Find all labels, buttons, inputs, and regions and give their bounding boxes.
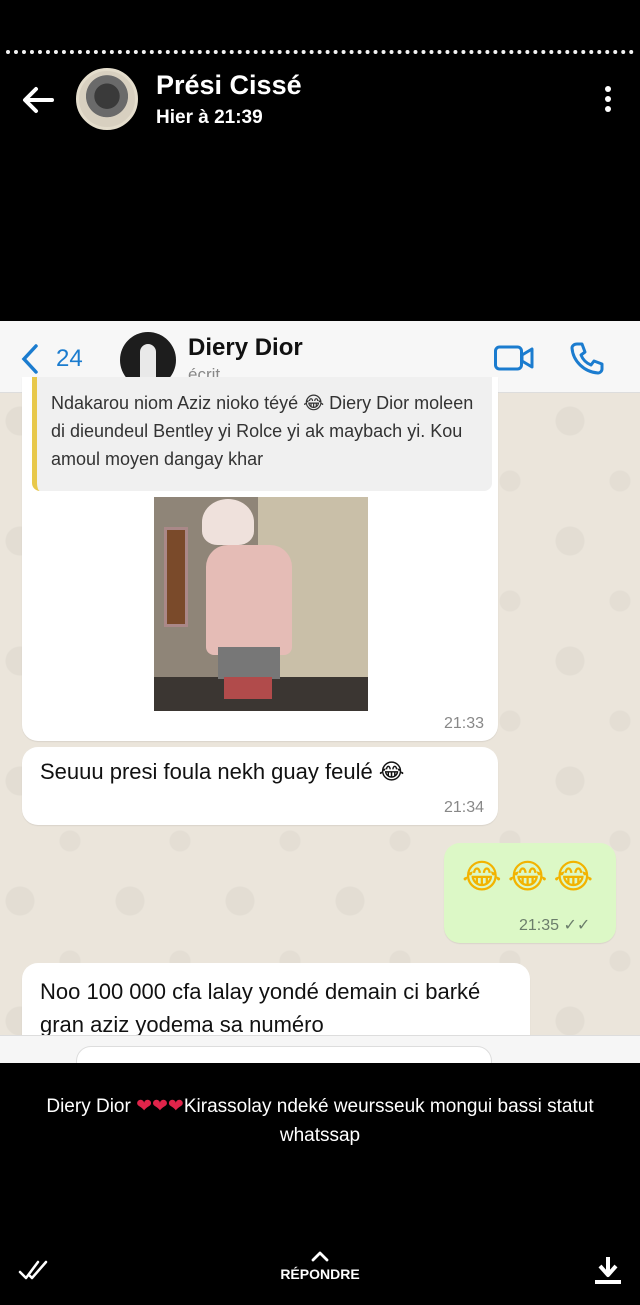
whatsapp-chat-screenshot: 24 Diery Dior écrit... Ndakarou niom Azi… bbox=[0, 321, 640, 1063]
poster-name: Prési Cissé bbox=[156, 70, 302, 100]
message-bubble-outgoing: 😂😂😂 21:35 ✓✓ bbox=[444, 843, 616, 943]
message-time: 21:35 ✓✓ bbox=[519, 917, 591, 934]
chevron-left-icon bbox=[21, 344, 38, 374]
message-image bbox=[154, 497, 368, 711]
caption-text-start: Diery Dior bbox=[46, 1096, 137, 1117]
message-bubble-incoming: Seuuu presi foula nekh guay feulé 😂 21:3… bbox=[22, 747, 498, 825]
status-header: Prési Cissé Hier à 21:39 bbox=[0, 62, 640, 142]
contact-name: Diery Dior bbox=[188, 334, 303, 361]
video-call-icon bbox=[494, 345, 534, 371]
message-input bbox=[76, 1046, 492, 1063]
more-options-icon[interactable] bbox=[604, 86, 612, 114]
caption-text-end: Kirassolay ndeké weursseuk mongui bassi … bbox=[183, 1096, 594, 1146]
reply-button[interactable]: RÉPONDRE bbox=[260, 1250, 380, 1282]
posted-time: Hier à 21:39 bbox=[156, 107, 263, 128]
unread-count: 24 bbox=[56, 345, 83, 372]
status-progress-bar bbox=[6, 50, 634, 54]
poster-avatar[interactable] bbox=[76, 68, 138, 130]
reply-label: RÉPONDRE bbox=[280, 1266, 360, 1282]
message-text: 😂😂😂 bbox=[462, 858, 600, 896]
heart-emojis: ❤❤❤ bbox=[136, 1096, 184, 1117]
message-bubble-incoming: Ndakarou niom Aziz nioko téyé 😂 Diery Di… bbox=[22, 377, 498, 741]
download-icon[interactable] bbox=[592, 1254, 624, 1286]
message-time: 21:33 bbox=[443, 715, 484, 732]
status-caption: Diery Dior ❤❤❤Kirassolay ndeké weursseuk… bbox=[30, 1092, 610, 1150]
message-text: Noo 100 000 cfa lalay yondé demain ci ba… bbox=[40, 979, 481, 1037]
back-arrow-icon[interactable] bbox=[18, 80, 58, 120]
phone-call-icon bbox=[570, 342, 604, 375]
message-text: Ndakarou niom Aziz nioko téyé 😂 Diery Di… bbox=[32, 377, 492, 491]
message-time: 21:34 bbox=[443, 799, 484, 816]
message-input-bar bbox=[0, 1035, 640, 1063]
double-check-icon bbox=[18, 1260, 48, 1280]
chevron-up-icon bbox=[311, 1251, 329, 1262]
message-text: Seuuu presi foula nekh guay feulé 😂 bbox=[40, 759, 405, 784]
